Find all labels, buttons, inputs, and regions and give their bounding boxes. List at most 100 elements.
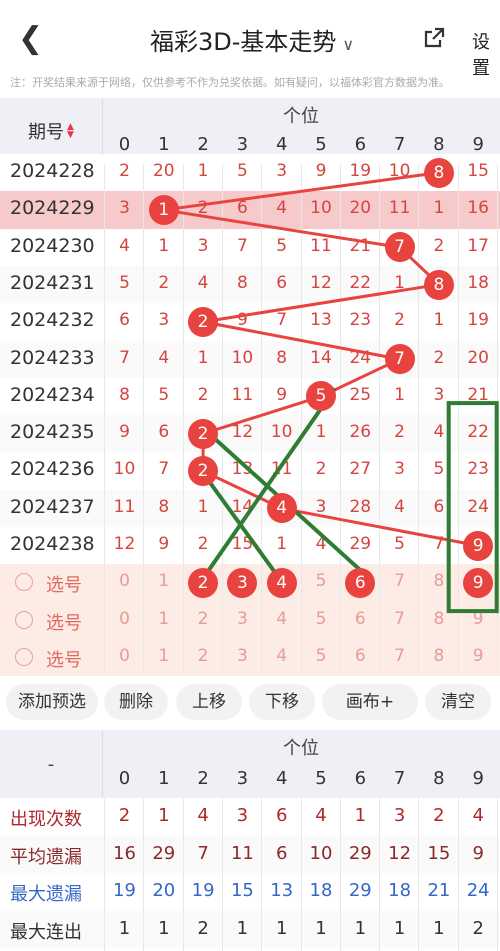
draw-row[interactable]: 2024234 8 5 2 11 9 25 1 3 21 bbox=[0, 377, 500, 416]
omission-value: 21 bbox=[349, 235, 372, 256]
draw-row[interactable]: 2024230 4 1 3 7 5 11 21 2 17 bbox=[0, 228, 500, 266]
select-digit[interactable]: 0 bbox=[105, 646, 144, 666]
omission-value: 27 bbox=[349, 459, 372, 480]
stats-value: 18 bbox=[309, 880, 333, 901]
select-digit[interactable]: 8 bbox=[419, 646, 458, 666]
delete-button[interactable]: 删除 bbox=[104, 684, 168, 720]
select-digit[interactable]: 6 bbox=[341, 609, 380, 629]
select-digit[interactable]: 5 bbox=[302, 609, 341, 629]
stats-value: 1 bbox=[354, 805, 367, 826]
stats-value: 1 bbox=[433, 917, 445, 939]
select-digit[interactable]: 1 bbox=[144, 646, 183, 666]
draw-row[interactable]: 2024233 7 4 1 10 8 14 24 2 20 bbox=[0, 340, 500, 378]
omission-value: 13 bbox=[231, 459, 254, 480]
stats-value: 3 bbox=[393, 805, 406, 826]
winning-digit-ball: 8 bbox=[423, 269, 454, 300]
share-icon[interactable] bbox=[422, 26, 446, 50]
draw-row[interactable]: 2024232 6 3 9 7 13 23 2 1 19 bbox=[0, 303, 500, 341]
digit-header-6: 6 bbox=[354, 134, 367, 155]
settings-button[interactable]: 设置 bbox=[472, 28, 500, 80]
omission-value: 11 bbox=[310, 235, 332, 256]
radio-button[interactable] bbox=[15, 647, 33, 666]
stats-row: 最大遗漏 19 20 19 15 13 18 29 18 21 24 bbox=[0, 873, 500, 910]
digit-header-5: 5 bbox=[315, 134, 327, 155]
draw-row[interactable]: 2024238 12 9 2 15 1 4 29 5 7 bbox=[0, 527, 500, 565]
omission-value: 5 bbox=[158, 384, 170, 405]
select-digit[interactable]: 3 bbox=[223, 646, 262, 666]
grid-line bbox=[379, 164, 381, 674]
draw-row[interactable]: 2024236 10 7 13 11 2 27 3 5 23 bbox=[0, 452, 500, 490]
omission-value: 8 bbox=[119, 384, 130, 405]
omission-value: 5 bbox=[119, 272, 130, 293]
select-digit[interactable]: 4 bbox=[262, 646, 301, 666]
select-digit[interactable]: 2 bbox=[184, 646, 223, 666]
radio-button[interactable] bbox=[15, 610, 33, 629]
move-up-button[interactable]: 上移 bbox=[176, 684, 242, 720]
draw-row[interactable]: 2024237 11 8 1 14 3 28 4 6 24 bbox=[0, 489, 500, 527]
select-digit[interactable]: 6 bbox=[341, 646, 380, 666]
omission-value: 11 bbox=[270, 459, 293, 480]
move-down-button[interactable]: 下移 bbox=[249, 684, 315, 720]
select-digit[interactable]: 8 bbox=[419, 571, 458, 591]
stats-digit-header-4: 4 bbox=[275, 768, 288, 789]
winning-digit-ball: 7 bbox=[384, 232, 415, 263]
omission-value: 21 bbox=[467, 384, 489, 405]
select-digit[interactable]: 1 bbox=[144, 571, 183, 591]
stats-digit-header-0: 0 bbox=[118, 768, 131, 789]
stats-value: 24 bbox=[466, 880, 490, 901]
select-digit[interactable]: 0 bbox=[105, 571, 144, 591]
select-digit[interactable]: 5 bbox=[302, 571, 341, 591]
select-digit[interactable]: 9 bbox=[459, 609, 498, 629]
omission-value: 7 bbox=[158, 459, 170, 480]
stats-digit-header-3: 3 bbox=[236, 768, 249, 789]
page-title[interactable]: 福彩3D-基本走势 ∨ bbox=[150, 22, 354, 57]
back-button[interactable]: ❮ bbox=[18, 24, 43, 54]
grid-line bbox=[221, 164, 223, 674]
omission-value: 3 bbox=[276, 161, 288, 181]
omission-value: 22 bbox=[467, 422, 489, 443]
canvas-button[interactable]: 画布+ bbox=[322, 684, 418, 720]
stats-value: 2 bbox=[433, 805, 445, 826]
stats-value: 15 bbox=[230, 880, 254, 901]
select-digit[interactable]: 3 bbox=[223, 609, 262, 629]
draw-row[interactable]: 2024229 3 2 6 4 10 20 11 1 16 bbox=[0, 191, 500, 229]
omission-value: 1 bbox=[197, 347, 209, 368]
selected-digit-ball[interactable]: 2 bbox=[188, 567, 219, 598]
select-digit[interactable]: 7 bbox=[380, 609, 419, 629]
omission-value: 3 bbox=[158, 310, 170, 331]
select-digit[interactable]: 8 bbox=[419, 609, 458, 629]
number-select-row[interactable]: 选号 0 1 2 3 4 5 6 7 8 9 bbox=[0, 601, 500, 639]
draw-row[interactable]: 2024235 9 6 12 10 1 26 2 4 22 bbox=[0, 415, 500, 453]
period-number: 2024231 bbox=[10, 271, 95, 294]
stats-value: 29 bbox=[348, 880, 372, 901]
select-digit[interactable]: 9 bbox=[459, 646, 498, 666]
period-number: 2024229 bbox=[10, 197, 95, 220]
omission-value: 2 bbox=[394, 310, 405, 331]
clear-button[interactable]: 清空 bbox=[425, 684, 491, 720]
select-digit[interactable]: 7 bbox=[380, 646, 419, 666]
radio-button[interactable] bbox=[15, 573, 33, 592]
app-header: ❮ 福彩3D-基本走势 ∨ 设置 bbox=[0, 0, 500, 80]
stats-digit-header-1: 1 bbox=[158, 768, 170, 789]
select-digit[interactable]: 0 bbox=[105, 609, 144, 629]
grid-line bbox=[339, 164, 341, 674]
select-digit[interactable]: 5 bbox=[302, 646, 341, 666]
number-select-row[interactable]: 选号 0 1 2 3 4 5 6 7 8 9 bbox=[0, 638, 500, 677]
omission-value: 2 bbox=[197, 198, 209, 219]
select-digit[interactable]: 1 bbox=[144, 609, 183, 629]
period-number: 2024237 bbox=[10, 495, 95, 518]
select-digit[interactable]: 4 bbox=[262, 609, 301, 629]
selected-digit-ball[interactable]: 9 bbox=[463, 567, 494, 598]
digit-header-7: 7 bbox=[393, 134, 406, 155]
digit-header-8: 8 bbox=[433, 134, 445, 155]
grid-line bbox=[300, 164, 302, 674]
omission-value: 14 bbox=[310, 347, 332, 368]
select-digit[interactable]: 2 bbox=[184, 609, 223, 629]
selected-digit-ball[interactable]: 4 bbox=[266, 567, 297, 598]
grid-line bbox=[457, 164, 459, 674]
select-digit[interactable]: 7 bbox=[380, 571, 419, 591]
omission-value: 9 bbox=[315, 161, 327, 181]
add-preselect-button[interactable]: 添加预选 bbox=[6, 684, 98, 720]
omission-value: 24 bbox=[467, 496, 489, 517]
omission-value: 9 bbox=[119, 422, 130, 443]
